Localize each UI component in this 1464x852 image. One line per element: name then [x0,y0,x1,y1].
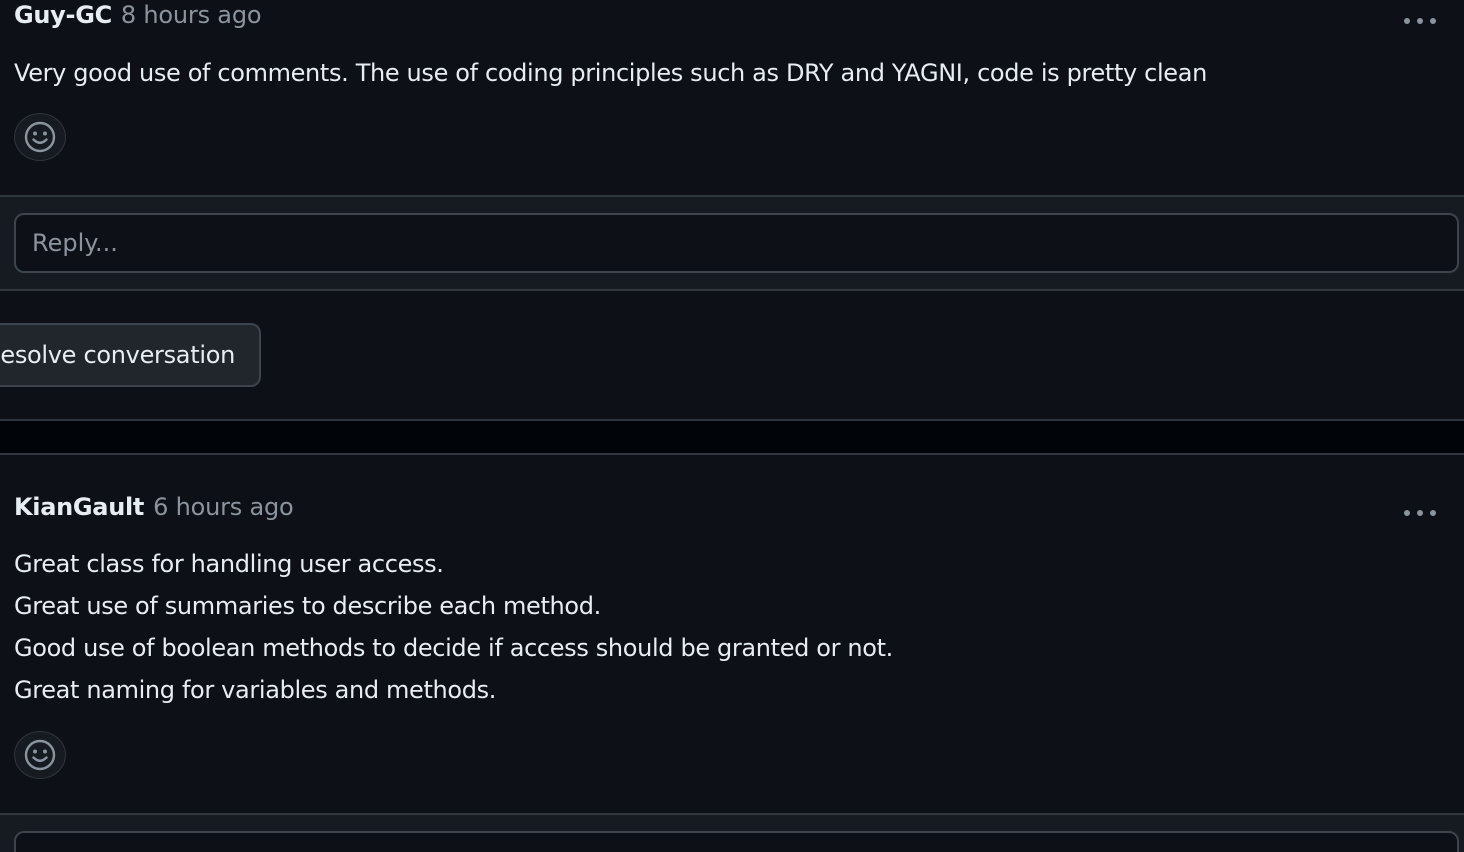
add-reaction-button[interactable] [14,731,66,779]
add-reaction-button[interactable] [14,113,66,161]
comment-timestamp[interactable]: 8 hours ago [121,1,262,29]
comment-options-button[interactable] [1402,502,1438,524]
comment-header: Guy-GC 8 hours ago [14,1,262,29]
kebab-horizontal-icon [1404,18,1436,24]
reply-input[interactable] [14,213,1459,273]
resolve-conversation-button[interactable]: esolve conversation [0,323,261,387]
reply-input[interactable] [14,831,1459,852]
comment-timestamp[interactable]: 6 hours ago [153,493,294,521]
thread-divider [0,453,1464,455]
pr-review-thread: Guy-GC 8 hours ago Very good use of comm… [0,0,1464,852]
comment-body-line: Great naming for variables and methods. [14,676,497,704]
smiley-icon [24,121,56,153]
kebab-horizontal-icon [1404,510,1436,516]
comment-options-button[interactable] [1402,10,1438,32]
comment-author[interactable]: Guy-GC [14,1,112,29]
comment-body-line: Great class for handling user access. [14,550,444,578]
smiley-icon [24,739,56,771]
comment-body-line: Good use of boolean methods to decide if… [14,634,893,662]
comment-header: KianGault 6 hours ago [14,493,294,521]
thread-gap [0,421,1464,453]
comment-body-line: Very good use of comments. The use of co… [14,59,1207,87]
comment-body-line: Great use of summaries to describe each … [14,592,601,620]
comment-author[interactable]: KianGault [14,493,144,521]
